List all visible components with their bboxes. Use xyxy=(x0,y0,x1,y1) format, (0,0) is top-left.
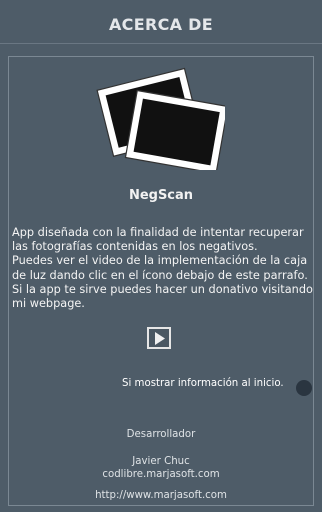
description-line: las fotografías contenidas en los negati… xyxy=(12,240,258,254)
description-line: mi webpage. xyxy=(12,297,85,311)
play-video-button[interactable] xyxy=(147,327,171,349)
app-name: NegScan xyxy=(128,188,194,203)
play-icon xyxy=(155,332,165,345)
developer-role: Desarrollador xyxy=(126,429,196,440)
page-title: ACERCA DE xyxy=(109,15,213,34)
description-line: Puedes ver el video de la implementación… xyxy=(12,254,308,268)
photos-icon xyxy=(95,58,229,175)
description-line: App diseñada con la finalidad de intenta… xyxy=(12,226,304,239)
app-description: App diseñada con la finalidad de intenta… xyxy=(12,226,314,311)
show-on-startup-toggle[interactable] xyxy=(296,380,312,396)
developer-website-link[interactable]: http://www.marjasoft.com xyxy=(0,490,322,501)
description-line: de luz dando clic en el ícono debajo de … xyxy=(12,268,308,282)
title-divider xyxy=(0,43,322,44)
description-line: Si la app te sirve puedes hacer un donat… xyxy=(12,282,313,296)
developer-name: Javier Chuc xyxy=(132,456,190,467)
developer-email: codlibre.marjasoft.com xyxy=(102,469,220,480)
show-on-startup-label: Si mostrar información al inicio. xyxy=(122,378,284,389)
